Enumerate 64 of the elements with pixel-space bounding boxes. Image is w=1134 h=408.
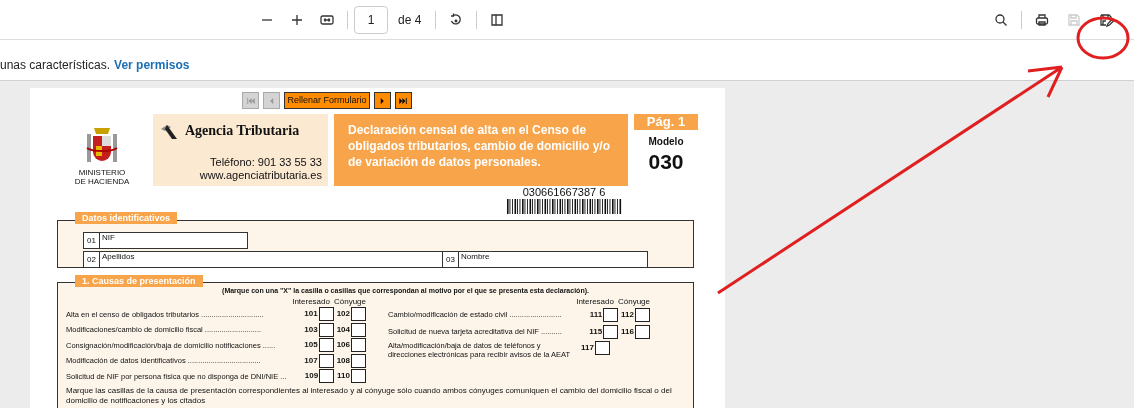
section-title: 1. Causas de presentación [75,275,203,287]
search-icon [993,11,1009,28]
checkbox[interactable] [595,340,610,355]
box-number: 108 [336,354,350,367]
agency-phone: Teléfono: 901 33 55 33 [209,156,322,169]
view-permissions-link[interactable]: Ver permisos [114,56,190,74]
box-number: 115 [589,326,603,338]
agency-website: www.agenciatributaria.es [198,169,322,182]
section-title: Datos identificativos [75,212,178,224]
box-number: 104 [336,323,350,336]
barcode-icon [506,199,622,214]
column-header: Cónyuge [617,296,650,307]
checkbox[interactable] [351,307,366,322]
box-number: 106 [336,339,350,352]
form-title-banner: Declaración censal de alta en el Censo de obligados tributarios, cambio de domicilio y/o de variación de datos personales. [334,114,628,186]
note-text: Marque las casillas de la causa de presentación correspondientes al interesado y al cónyuge sólo cuando ambos cónyuges comuniquen el cambio del domicilio fiscal o del domicilio de notificaciones y los citados [66,386,673,406]
save-icon [1098,11,1114,28]
box-number: 101 [304,308,318,321]
checkbox[interactable] [603,308,619,322]
checkbox[interactable] [318,338,334,353]
next-page-button[interactable] [373,92,391,109]
agency-name: Agencia Tributaria [185,122,300,140]
box-number: 107 [304,354,318,367]
checkbox[interactable] [351,353,366,368]
checkbox[interactable] [351,322,366,337]
box-number: 103 [304,323,318,336]
ministry-label: DE HACIENDA [74,177,130,186]
permissions-message: unas características. [0,57,111,74]
checkbox[interactable] [635,308,650,322]
page-number-input[interactable]: 1 [354,5,388,34]
first-page-icon [246,95,256,106]
box-number: 105 [304,339,318,352]
page-label: Pág. 1 [634,114,698,130]
last-page-button[interactable] [394,92,412,109]
zoom-out-icon [261,17,273,22]
checkbox[interactable] [318,353,334,368]
last-page-icon [398,95,408,106]
checkbox[interactable] [319,369,335,384]
checkbox[interactable] [351,338,366,353]
box-number: 116 [621,326,634,338]
box-number: 102 [336,308,350,321]
barcode-number: 030661667387 6 [522,186,606,199]
checkbox[interactable] [635,325,650,339]
box-number: 111 [589,309,603,321]
checkbox[interactable] [318,322,334,337]
print-icon [1034,11,1050,28]
model-number: 030 [648,149,684,175]
column-header: Cónyuge [333,296,366,307]
checkbox[interactable] [318,307,334,322]
box-number: 110 [337,370,350,383]
box-number: 117 [581,341,594,354]
page-count: de 4 [398,11,422,29]
column-header: Interesado [576,296,614,307]
agency-logo-icon [159,122,179,139]
fill-form-button[interactable]: Rellenar Formulario [284,92,370,109]
checkbox[interactable] [603,325,619,339]
column-header: Interesado [292,296,330,307]
box-number: 112 [621,309,634,321]
box-number: 109 [304,370,319,383]
checkbox[interactable] [351,369,366,384]
ministry-label: MINISTERIO [78,168,126,177]
annotation-circle [1075,15,1131,61]
model-label: Modelo [648,135,684,149]
two-page-view-icon [489,11,506,28]
